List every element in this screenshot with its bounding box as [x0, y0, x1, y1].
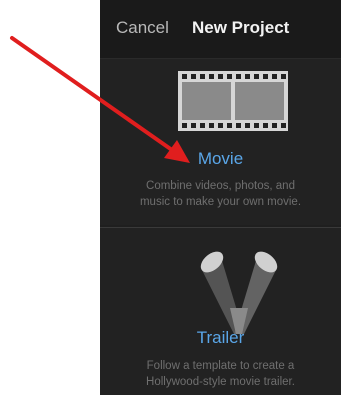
trailer-description-line-1: Follow a template to create a — [146, 360, 295, 372]
film-strip-icon — [178, 71, 288, 131]
movie-label: Movie — [197, 149, 244, 168]
trailer-label: Trailer — [196, 328, 245, 347]
cancel-button[interactable]: Cancel — [116, 18, 169, 38]
page-title: New Project — [192, 18, 290, 37]
trailer-description-line-2: Hollywood-style movie trailer. — [146, 376, 295, 388]
navigation-bar: Cancel New Project — [100, 0, 341, 59]
movie-description-line-2: music to make your own movie. — [139, 196, 302, 208]
screenshot-page: Cancel New Project Movie Combine videos,… — [0, 0, 341, 395]
trailer-description: Follow a template to create a Hollywood-… — [100, 358, 341, 390]
new-project-screen: Cancel New Project Movie Combine videos,… — [100, 0, 341, 395]
movie-description-line-1: Combine videos, photos, and — [146, 180, 295, 192]
trailer-option[interactable]: Trailer Follow a template to create a Ho… — [100, 227, 341, 395]
movie-description: Combine videos, photos, and music to mak… — [100, 178, 341, 210]
movie-option[interactable]: Movie Combine videos, photos, and music … — [100, 59, 341, 225]
spotlights-icon — [200, 251, 278, 334]
